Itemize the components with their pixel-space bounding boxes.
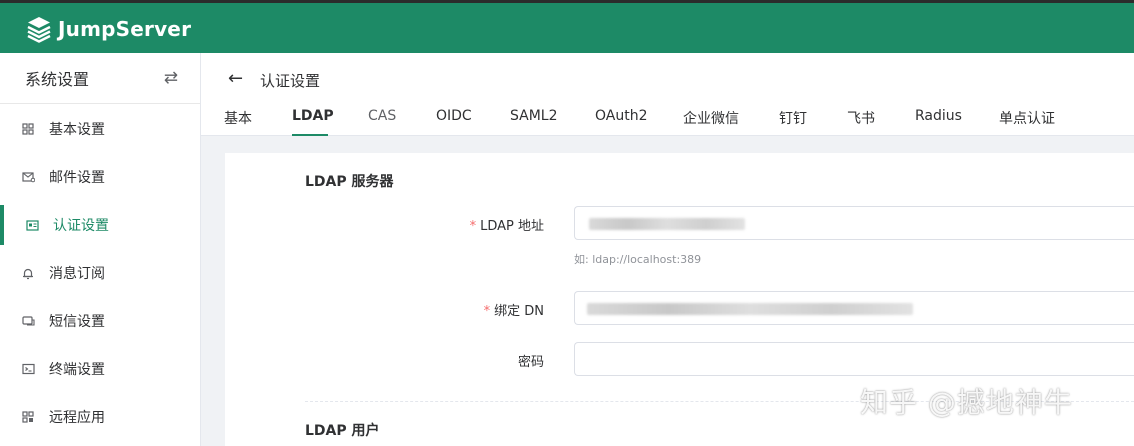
tab-radius[interactable]: Radius [915,108,962,124]
sidebar-item-sms[interactable]: 短信设置 [0,301,200,341]
section-title-ldap-user: LDAP 用户 [305,423,380,439]
sidebar-header: 系统设置 ⇄ [0,53,200,104]
password-label: 密码 [517,355,544,370]
bind-dn-label-text: 绑定 DN [494,304,544,319]
tab-feishu[interactable]: 飞书 [847,108,875,128]
apps-icon [21,410,35,424]
jumpserver-logo-icon [27,17,51,43]
sidebar-item-label: 认证设置 [53,218,109,234]
section-title-ldap-server: LDAP 服务器 [305,174,394,190]
mail-icon [21,170,35,184]
sidebar-item-email[interactable]: 邮件设置 [0,157,200,197]
brand-logo[interactable]: JumpServer [26,15,191,43]
swap-arrows-icon[interactable]: ⇄ [164,68,178,88]
sidebar-item-basic[interactable]: 基本设置 [0,109,200,149]
terminal-icon [21,362,35,376]
password-input[interactable] [574,342,1134,376]
bind-dn-input[interactable] [574,291,1134,325]
sidebar-item-label: 基本设置 [49,122,105,138]
tab-bar: 基本 LDAP CAS OIDC SAML2 OAuth2 企业微信 钉钉 飞书… [201,105,1134,136]
back-arrow-icon[interactable]: ← [228,68,243,89]
bind-dn-label: * 绑定 DN [484,300,544,319]
sidebar-item-label: 远程应用 [49,410,105,426]
tab-cas[interactable]: CAS [368,108,396,124]
sidebar-item-label: 消息订阅 [49,266,105,282]
tab-sso[interactable]: 单点认证 [999,108,1055,128]
bell-icon [21,266,35,280]
brand-name: JumpServer [58,17,192,41]
ldap-address-label-text: LDAP 地址 [480,219,544,234]
tab-basic[interactable]: 基本 [224,108,252,128]
ldap-address-label: * LDAP 地址 [470,215,544,234]
sidebar-title: 系统设置 [25,70,90,89]
tab-saml2[interactable]: SAML2 [510,108,558,124]
sidebar: 系统设置 ⇄ 基本设置 邮件设置 认证设置 消息订阅 短信设置 终端设置 远程应… [0,53,201,446]
redacted-value [589,218,745,230]
sms-icon [21,314,35,328]
grid-icon [21,122,35,136]
active-tab-indicator [292,134,328,136]
sidebar-item-auth[interactable]: 认证设置 [0,205,200,245]
sidebar-item-label: 邮件设置 [49,170,105,186]
ldap-address-hint: 如: ldap://localhost:389 [574,253,702,266]
id-card-icon [25,218,39,232]
tab-oidc[interactable]: OIDC [436,108,472,124]
required-asterisk: * [469,219,477,234]
sidebar-item-terminal[interactable]: 终端设置 [0,349,200,389]
required-asterisk: * [483,304,491,319]
tab-dingtalk[interactable]: 钉钉 [779,108,807,128]
page-header: ← 认证设置 基本 LDAP CAS OIDC SAML2 OAuth2 企业微… [201,53,1134,136]
top-navbar: JumpServer [0,0,1134,53]
sidebar-item-label: 终端设置 [49,362,105,378]
page-title: 认证设置 [260,72,321,90]
sidebar-item-messages[interactable]: 消息订阅 [0,253,200,293]
tab-wecom[interactable]: 企业微信 [683,108,739,128]
ldap-address-input[interactable] [574,206,1134,240]
watermark: 知乎 @撼地神牛 [860,386,1073,419]
tab-oauth2[interactable]: OAuth2 [595,108,648,124]
sidebar-item-label: 短信设置 [49,314,105,330]
sidebar-item-remote-apps[interactable]: 远程应用 [0,397,200,437]
redacted-value [587,303,913,315]
tab-ldap[interactable]: LDAP [292,108,334,124]
